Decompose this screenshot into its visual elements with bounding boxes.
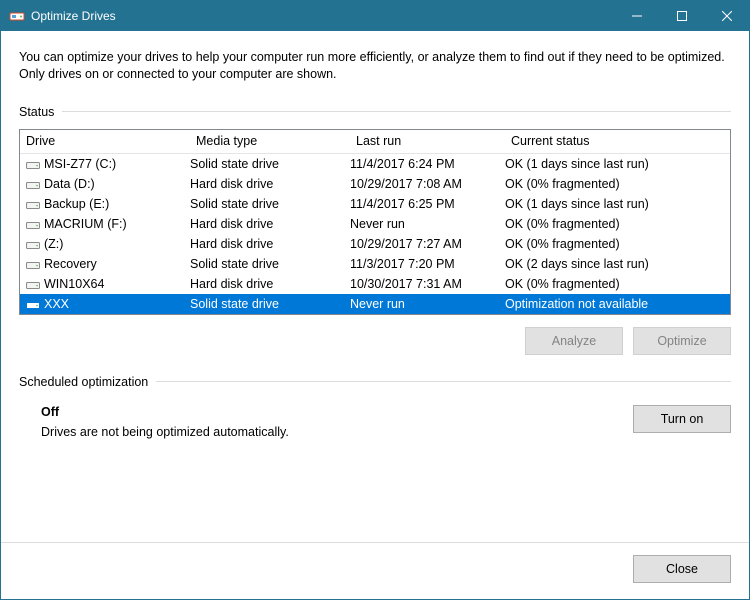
scheduled-header: Scheduled optimization — [19, 375, 731, 389]
divider — [156, 381, 731, 382]
title-bar[interactable]: Optimize Drives — [1, 1, 749, 31]
current-status: OK (0% fragmented) — [505, 277, 730, 291]
minimize-button[interactable] — [614, 1, 659, 31]
last-run: 11/3/2017 7:20 PM — [350, 257, 505, 271]
status-label: Status — [19, 105, 62, 119]
current-status: OK (1 days since last run) — [505, 197, 730, 211]
table-row[interactable]: Recovery Solid state drive11/3/2017 7:20 … — [20, 254, 730, 274]
close-button[interactable]: Close — [633, 555, 731, 583]
action-button-row: Analyze Optimize — [19, 327, 731, 355]
drive-name: Backup (E:) — [44, 197, 109, 211]
table-row[interactable]: Backup (E:) Solid state drive11/4/2017 6:… — [20, 194, 730, 214]
table-row[interactable]: MSI-Z77 (C:) Solid state drive11/4/2017 6… — [20, 154, 730, 174]
drive-name: WIN10X64 — [44, 277, 104, 291]
scheduled-state: Off — [41, 405, 633, 419]
turn-on-button[interactable]: Turn on — [633, 405, 731, 433]
window-title: Optimize Drives — [31, 9, 614, 23]
last-run: 10/29/2017 7:08 AM — [350, 177, 505, 191]
drive-icon — [26, 299, 40, 309]
last-run: 10/29/2017 7:27 AM — [350, 237, 505, 251]
current-status: OK (0% fragmented) — [505, 217, 730, 231]
drive-name: Data (D:) — [44, 177, 95, 191]
drive-icon — [26, 179, 40, 189]
column-drive[interactable]: Drive — [20, 130, 190, 152]
current-status: OK (0% fragmented) — [505, 177, 730, 191]
drive-name: XXX — [44, 297, 69, 311]
analyze-button[interactable]: Analyze — [525, 327, 623, 355]
current-status: OK (1 days since last run) — [505, 157, 730, 171]
drive-icon — [26, 239, 40, 249]
current-status: Optimization not available — [505, 297, 730, 311]
table-row[interactable]: (Z:) Hard disk drive10/29/2017 7:27 AMOK … — [20, 234, 730, 254]
media-type: Solid state drive — [190, 157, 350, 171]
last-run: Never run — [350, 217, 505, 231]
column-media[interactable]: Media type — [190, 130, 350, 152]
media-type: Solid state drive — [190, 197, 350, 211]
media-type: Solid state drive — [190, 297, 350, 311]
drive-icon — [26, 279, 40, 289]
current-status: OK (0% fragmented) — [505, 237, 730, 251]
current-status: OK (2 days since last run) — [505, 257, 730, 271]
drive-name: MSI-Z77 (C:) — [44, 157, 116, 171]
divider — [62, 111, 731, 112]
media-type: Hard disk drive — [190, 177, 350, 191]
last-run: 11/4/2017 6:25 PM — [350, 197, 505, 211]
optimize-button[interactable]: Optimize — [633, 327, 731, 355]
optimize-drives-window: Optimize Drives You can optimize your dr… — [0, 0, 750, 600]
footer: Close — [1, 542, 749, 599]
scheduled-label: Scheduled optimization — [19, 375, 156, 389]
last-run: 11/4/2017 6:24 PM — [350, 157, 505, 171]
column-status[interactable]: Current status — [505, 130, 730, 152]
column-last[interactable]: Last run — [350, 130, 505, 152]
scheduled-desc: Drives are not being optimized automatic… — [41, 425, 633, 439]
content-area: You can optimize your drives to help you… — [1, 31, 749, 542]
drive-name: (Z:) — [44, 237, 63, 251]
media-type: Solid state drive — [190, 257, 350, 271]
app-icon — [9, 8, 25, 24]
drive-icon — [26, 199, 40, 209]
drive-list[interactable]: Drive Media type Last run Current status… — [19, 129, 731, 315]
table-row[interactable]: WIN10X64 Hard disk drive10/30/2017 7:31 A… — [20, 274, 730, 294]
status-header: Status — [19, 105, 731, 119]
drive-list-header[interactable]: Drive Media type Last run Current status — [20, 130, 730, 154]
drive-name: Recovery — [44, 257, 97, 271]
table-row[interactable]: MACRIUM (F:) Hard disk driveNever runOK (… — [20, 214, 730, 234]
maximize-button[interactable] — [659, 1, 704, 31]
media-type: Hard disk drive — [190, 217, 350, 231]
scheduled-text: Off Drives are not being optimized autom… — [19, 405, 633, 439]
media-type: Hard disk drive — [190, 237, 350, 251]
table-row[interactable]: Data (D:) Hard disk drive10/29/2017 7:08 … — [20, 174, 730, 194]
intro-text: You can optimize your drives to help you… — [19, 49, 731, 83]
close-window-button[interactable] — [704, 1, 749, 31]
last-run: 10/30/2017 7:31 AM — [350, 277, 505, 291]
media-type: Hard disk drive — [190, 277, 350, 291]
drive-icon — [26, 219, 40, 229]
drive-icon — [26, 259, 40, 269]
drive-icon — [26, 159, 40, 169]
scheduled-body: Off Drives are not being optimized autom… — [19, 405, 731, 439]
table-row[interactable]: XXX Solid state driveNever runOptimizatio… — [20, 294, 730, 314]
last-run: Never run — [350, 297, 505, 311]
drive-name: MACRIUM (F:) — [44, 217, 127, 231]
